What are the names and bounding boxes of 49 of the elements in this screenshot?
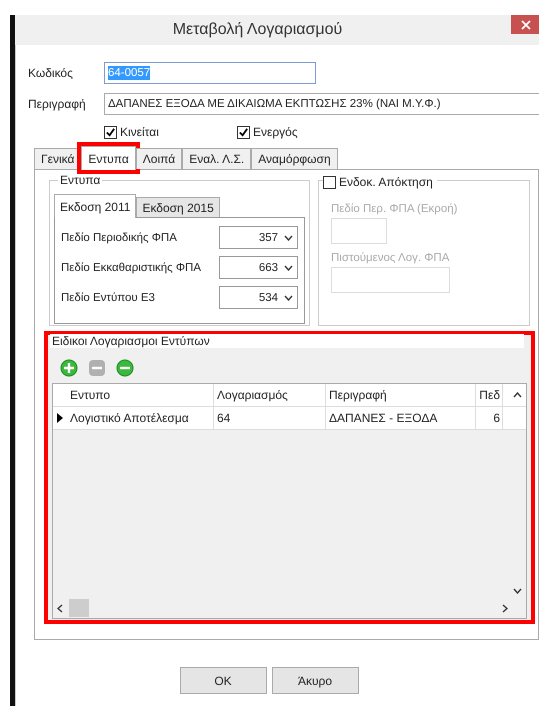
scroll-right-icon[interactable] <box>502 604 508 612</box>
scroll-down-icon[interactable] <box>513 588 522 594</box>
checkbox[interactable] <box>323 176 336 188</box>
field-label: Περιγραφή <box>28 97 87 111</box>
tab[interactable]: Αναμόρφωση <box>251 148 338 169</box>
text-field[interactable] <box>331 218 387 244</box>
close-icon <box>520 20 530 30</box>
chevron-down-icon <box>284 234 293 240</box>
tab[interactable]: Λοιπά <box>136 148 182 169</box>
group-title: Ειδικοι Λογαριασμοι Εντύπων <box>50 334 524 348</box>
field-label: Κωδικός <box>28 66 74 80</box>
checkbox-label: Κινείται <box>120 125 159 139</box>
tab[interactable]: Εκδοση 2015 <box>136 197 220 217</box>
text-field[interactable] <box>331 267 450 293</box>
table-cell: ΔΑΠΑΝΕΣ - ΕΞΟΔΑ <box>326 407 476 429</box>
close-button[interactable] <box>511 15 539 34</box>
checkbox-label: Ενεργός <box>253 125 298 139</box>
column-header[interactable]: Περιγραφή <box>326 384 476 406</box>
dropdown[interactable]: 663 <box>219 256 298 279</box>
field-label: Πεδίο Περ. ΦΠΑ (Εκροή) <box>331 203 458 215</box>
group-title: Εντυπα <box>58 173 102 187</box>
column-header[interactable]: Εντυπο <box>67 384 214 406</box>
chevron-down-icon <box>284 264 293 270</box>
checkbox-label: Ενδοκ. Απόκτηση <box>339 175 433 189</box>
tab[interactable]: Εκδοση 2011 <box>54 194 136 218</box>
remove-icon[interactable] <box>116 359 134 377</box>
tab[interactable]: Εναλ. Λ.Σ. <box>182 148 252 169</box>
text-field[interactable]: ΔΑΠΑΝΕΣ ΕΞΟΔΑ ΜΕ ΔΙΚΑΙΩΜΑ ΕΚΠΤΩΣΗΣ 23% (ΝΑΙ Μ.Υ.Φ.) <box>104 93 539 115</box>
chevron-down-icon <box>284 294 293 300</box>
window-title: Μεταβολή Λογαριασμού <box>172 21 342 39</box>
dropdown[interactable]: 357 <box>219 226 298 249</box>
table-cell: Λογιστικό Αποτέλεσμα <box>67 407 214 429</box>
dialog-button[interactable]: OK <box>180 667 266 694</box>
dropdown[interactable]: 534 <box>219 286 298 309</box>
field-label: Πιστούμενος Λογ. ΦΠΑ <box>331 252 450 264</box>
column-header[interactable]: Λογαριασμός <box>214 384 326 406</box>
field-label: Πεδίο Εντύπου Ε3 <box>61 292 155 304</box>
column-header[interactable]: Πεδ <box>476 384 503 406</box>
table-cell: 64 <box>214 407 326 429</box>
table-cell: 6 <box>476 407 503 429</box>
dialog-button[interactable]: Άκυρο <box>272 667 358 694</box>
checkbox[interactable] <box>237 126 250 138</box>
field-label: Πεδίο Περιοδικής ΦΠΑ <box>61 232 177 244</box>
field-label: Πεδίο Εκκαθαριστικής ΦΠΑ <box>61 262 202 274</box>
scroll-thumb[interactable] <box>69 599 89 617</box>
scroll-left-icon[interactable] <box>57 604 63 612</box>
scroll-up-icon[interactable] <box>513 392 522 398</box>
checkbox[interactable] <box>104 126 117 138</box>
add-icon[interactable] <box>60 359 78 377</box>
